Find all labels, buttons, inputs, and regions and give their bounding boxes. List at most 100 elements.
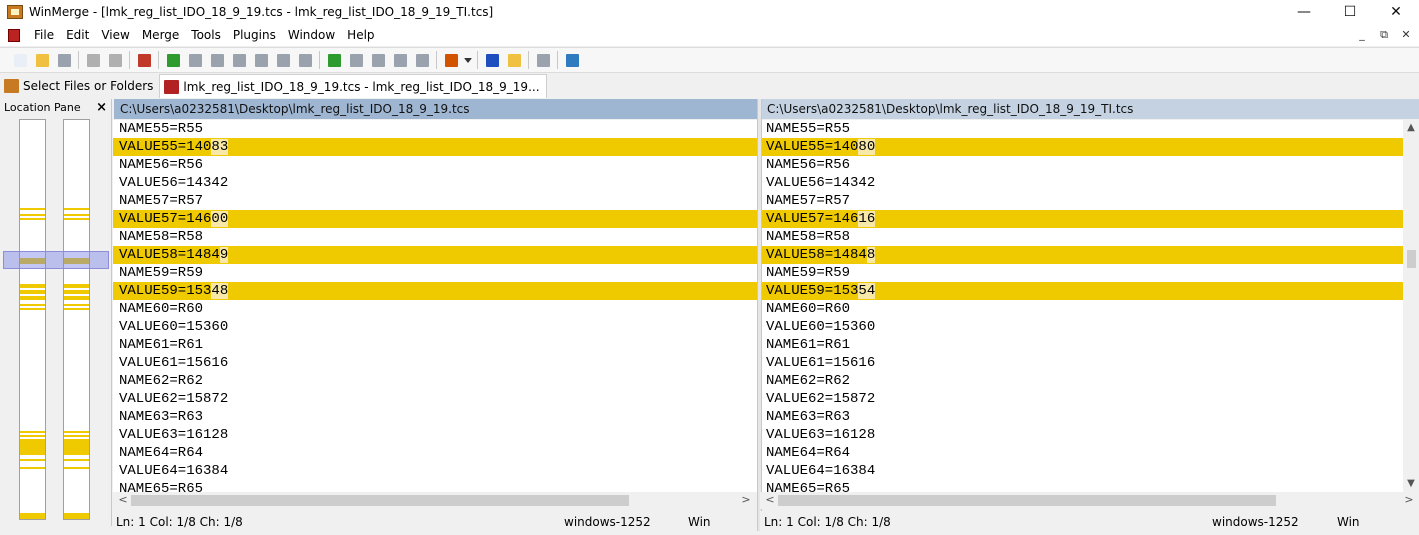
text-line[interactable]: NAME57=R57 bbox=[760, 192, 1403, 210]
menu-help[interactable]: Help bbox=[341, 28, 380, 42]
dropdown-arrow-button[interactable] bbox=[462, 50, 474, 70]
location-diff-marker[interactable] bbox=[64, 213, 89, 216]
text-line[interactable]: NAME56=R56 bbox=[760, 156, 1403, 174]
location-diff-marker[interactable] bbox=[64, 459, 89, 462]
copy-left-advance-button[interactable] bbox=[411, 50, 433, 70]
all-diff-button[interactable] bbox=[323, 50, 345, 70]
text-line[interactable]: NAME60=R60 bbox=[113, 300, 757, 318]
text-line[interactable]: VALUE61=15616 bbox=[113, 354, 757, 372]
pane-splitter[interactable] bbox=[757, 99, 762, 531]
compare-right-button[interactable] bbox=[481, 50, 503, 70]
location-diff-marker[interactable] bbox=[64, 467, 89, 470]
text-line[interactable]: VALUE63=16128 bbox=[113, 426, 757, 444]
text-line[interactable]: VALUE56=14342 bbox=[113, 174, 757, 192]
text-line[interactable]: VALUE60=15360 bbox=[113, 318, 757, 336]
location-diff-marker[interactable] bbox=[20, 459, 45, 462]
location-diff-marker[interactable] bbox=[64, 289, 89, 294]
diff-line[interactable]: VALUE57=14600 bbox=[113, 210, 757, 228]
next-diff-button[interactable] bbox=[162, 50, 184, 70]
diff-options-button[interactable] bbox=[133, 50, 155, 70]
scroll-down-icon[interactable]: ▼ bbox=[1403, 478, 1419, 489]
diff-line[interactable]: VALUE58=14848 bbox=[760, 246, 1403, 264]
location-viewport-indicator[interactable] bbox=[3, 251, 109, 269]
new-document-button[interactable] bbox=[9, 50, 31, 70]
location-diff-marker[interactable] bbox=[64, 217, 89, 220]
text-line[interactable]: NAME63=R63 bbox=[113, 408, 757, 426]
copy-right-advance-button[interactable] bbox=[389, 50, 411, 70]
text-line[interactable]: VALUE62=15872 bbox=[760, 390, 1403, 408]
location-diff-marker[interactable] bbox=[64, 307, 89, 310]
open-folder-button[interactable] bbox=[31, 50, 53, 70]
diff-line[interactable]: VALUE55=14083 bbox=[113, 138, 757, 156]
text-line[interactable]: VALUE64=16384 bbox=[760, 462, 1403, 480]
undo-button[interactable] bbox=[82, 50, 104, 70]
location-diff-marker[interactable] bbox=[20, 283, 45, 288]
location-diff-marker[interactable] bbox=[20, 467, 45, 470]
right-horizontal-scroll-thumb[interactable] bbox=[778, 495, 1276, 506]
menu-window[interactable]: Window bbox=[282, 28, 341, 42]
location-diff-marker[interactable] bbox=[20, 213, 45, 216]
diff-line[interactable]: VALUE57=14616 bbox=[760, 210, 1403, 228]
text-line[interactable]: NAME55=R55 bbox=[760, 120, 1403, 138]
location-diff-marker[interactable] bbox=[64, 303, 89, 306]
text-line[interactable]: NAME60=R60 bbox=[760, 300, 1403, 318]
text-line[interactable]: NAME56=R56 bbox=[113, 156, 757, 174]
text-line[interactable]: VALUE64=16384 bbox=[113, 462, 757, 480]
text-line[interactable]: NAME59=R59 bbox=[113, 264, 757, 282]
text-line[interactable]: NAME64=R64 bbox=[113, 444, 757, 462]
text-line[interactable]: NAME57=R57 bbox=[113, 192, 757, 210]
location-pane-close-button[interactable]: × bbox=[96, 100, 107, 115]
diff-line[interactable]: VALUE55=14080 bbox=[760, 138, 1403, 156]
text-line[interactable]: NAME65=R65 bbox=[760, 480, 1403, 492]
menu-view[interactable]: View bbox=[95, 28, 135, 42]
location-diff-marker[interactable] bbox=[64, 207, 89, 210]
first-diff-button[interactable] bbox=[206, 50, 228, 70]
mdi-minimize-button[interactable]: _ bbox=[1355, 28, 1369, 42]
menu-merge[interactable]: Merge bbox=[136, 28, 185, 42]
text-line[interactable]: NAME55=R55 bbox=[113, 120, 757, 138]
scroll-right-icon[interactable]: > bbox=[740, 493, 752, 506]
diff-line[interactable]: VALUE58=14849 bbox=[113, 246, 757, 264]
menu-edit[interactable]: Edit bbox=[60, 28, 95, 42]
right-text-pane[interactable]: NAME55=R55 VALUE55=14080 NAME56=R56 VALUE56… bbox=[760, 120, 1403, 492]
location-pane[interactable]: Location Pane × bbox=[0, 99, 112, 526]
text-line[interactable]: NAME63=R63 bbox=[760, 408, 1403, 426]
left-horizontal-scroll-thumb[interactable] bbox=[131, 495, 629, 506]
close-button[interactable]: ✕ bbox=[1373, 0, 1419, 24]
location-diff-marker[interactable] bbox=[20, 513, 45, 519]
menu-tools[interactable]: Tools bbox=[185, 28, 227, 42]
text-line[interactable]: VALUE61=15616 bbox=[760, 354, 1403, 372]
text-line[interactable]: NAME62=R62 bbox=[760, 372, 1403, 390]
mdi-close-button[interactable]: ✕ bbox=[1399, 28, 1413, 42]
scroll-right-icon[interactable]: > bbox=[1403, 493, 1415, 506]
location-diff-marker[interactable] bbox=[20, 217, 45, 220]
current-diff-button[interactable] bbox=[228, 50, 250, 70]
location-diff-marker[interactable] bbox=[20, 307, 45, 310]
maximize-button[interactable]: ☐ bbox=[1327, 0, 1373, 24]
text-line[interactable]: NAME65=R65 bbox=[113, 480, 757, 492]
tab-file-compare[interactable]: lmk_reg_list_IDO_18_9_19.tcs - lmk_reg_l… bbox=[159, 74, 547, 98]
location-bar-right[interactable] bbox=[63, 119, 90, 520]
text-line[interactable]: NAME61=R61 bbox=[113, 336, 757, 354]
location-diff-marker[interactable] bbox=[64, 439, 89, 456]
text-line[interactable]: NAME58=R58 bbox=[760, 228, 1403, 246]
location-diff-marker[interactable] bbox=[64, 283, 89, 288]
location-diff-marker[interactable] bbox=[20, 207, 45, 210]
diff-line[interactable]: VALUE59=15354 bbox=[760, 282, 1403, 300]
refresh-button[interactable] bbox=[561, 50, 583, 70]
prev-diff-button[interactable] bbox=[184, 50, 206, 70]
location-bar-left[interactable] bbox=[19, 119, 46, 520]
left-horizontal-scrollbar[interactable]: < > bbox=[113, 492, 757, 509]
location-diff-marker[interactable] bbox=[20, 303, 45, 306]
text-line[interactable]: NAME59=R59 bbox=[760, 264, 1403, 282]
scroll-up-icon[interactable]: ▲ bbox=[1403, 122, 1419, 133]
tab-select-files[interactable]: Select Files or Folders bbox=[0, 74, 159, 98]
mdi-restore-button[interactable]: ⧉ bbox=[1377, 28, 1391, 42]
text-line[interactable]: VALUE62=15872 bbox=[113, 390, 757, 408]
text-line[interactable]: NAME64=R64 bbox=[760, 444, 1403, 462]
copy-left-button[interactable] bbox=[367, 50, 389, 70]
next-conflict-button[interactable] bbox=[294, 50, 316, 70]
options-button[interactable] bbox=[440, 50, 462, 70]
location-diff-marker[interactable] bbox=[20, 289, 45, 294]
vertical-scrollbar[interactable]: ▲ ▼ bbox=[1403, 120, 1419, 492]
